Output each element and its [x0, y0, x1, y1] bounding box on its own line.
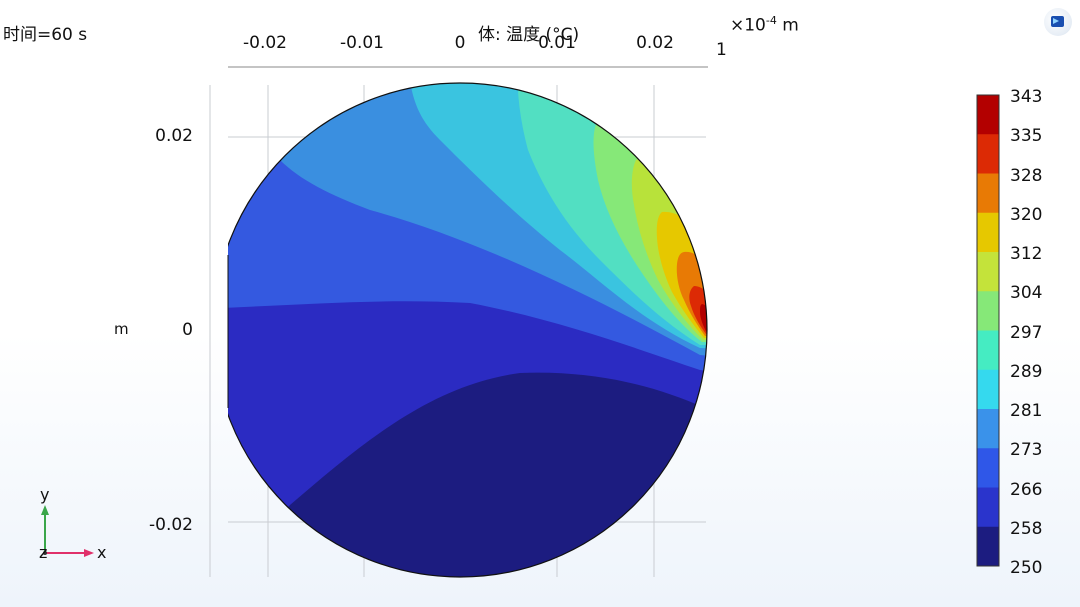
colorbar-label: 304 [1010, 283, 1043, 304]
y-arrow-head-icon [41, 505, 49, 515]
x-tick-label: 0.01 [538, 33, 576, 53]
colorbar-band [977, 526, 999, 567]
x-tick-label: 0.02 [636, 33, 674, 53]
triad-z-label: z [39, 543, 48, 562]
triad-y-label: y [40, 485, 50, 504]
colorbar-band [977, 330, 999, 371]
colorbar-band [977, 409, 999, 449]
y-tick-label: 0.02 [155, 126, 193, 146]
y-tick-label: -0.02 [149, 515, 193, 535]
colorbar-label: 335 [1010, 126, 1043, 147]
colorbar-label: 266 [1010, 479, 1043, 500]
colorbar-band [977, 134, 999, 174]
colorbar-label: 273 [1010, 440, 1043, 461]
colorbar-label: 320 [1010, 204, 1043, 225]
colorbar [976, 94, 1000, 567]
colorbar-label: 250 [1010, 558, 1043, 578]
x-tick-label: -0.02 [243, 33, 287, 53]
colorbar-label: 343 [1010, 87, 1043, 107]
colorbar-label: 328 [1010, 165, 1043, 186]
colorbar-band [977, 95, 999, 135]
contour-335 [700, 304, 707, 334]
colorbar-label: 297 [1010, 322, 1043, 343]
colorbar-band [977, 291, 999, 331]
colorbar-band [977, 252, 999, 292]
colorbar-label: 289 [1010, 361, 1043, 382]
x-tick-label: 0 [454, 33, 466, 53]
y-axis-unit: m [114, 320, 129, 338]
colorbar-label: 258 [1010, 518, 1043, 539]
colorbar-band [977, 212, 999, 253]
colorbar-band [977, 448, 999, 488]
colorbar-band [977, 487, 999, 528]
colorbar-band [977, 173, 999, 214]
triad-x-label: x [97, 543, 107, 562]
colorbar-label: 281 [1010, 401, 1043, 421]
colorbar-band [977, 369, 999, 410]
x-tick-label: -0.01 [340, 33, 384, 53]
x-arrow-head-icon [84, 549, 94, 557]
colorbar-label: 312 [1010, 244, 1043, 264]
